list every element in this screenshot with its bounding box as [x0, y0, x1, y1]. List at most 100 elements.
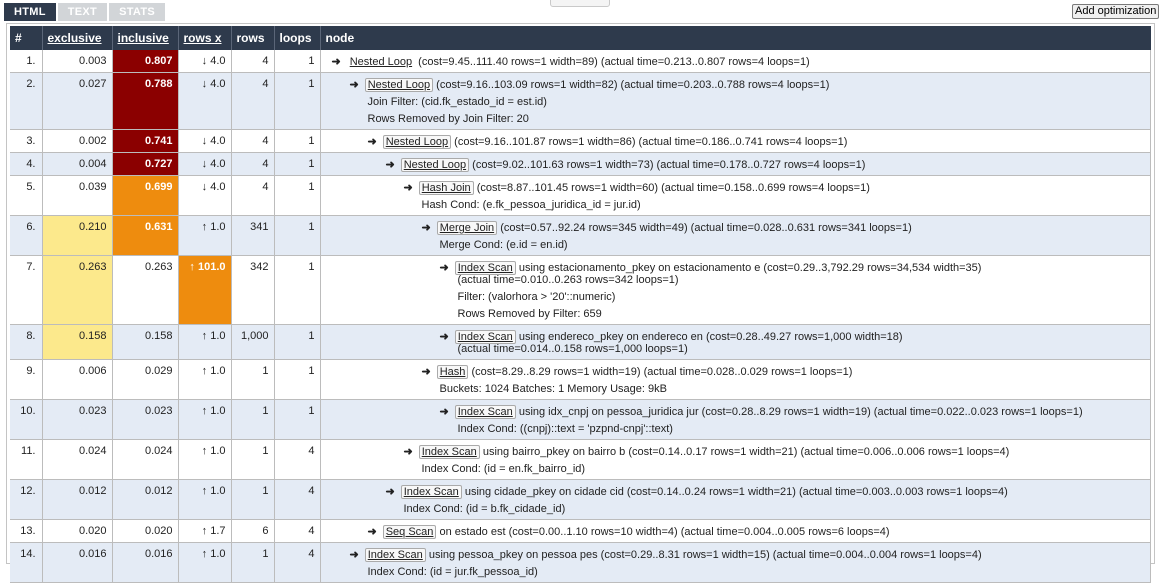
row-index: 1.: [10, 50, 43, 73]
exclusive-time: 0.012: [42, 479, 113, 520]
tab-stats[interactable]: STATS: [109, 3, 165, 21]
node-type-link[interactable]: Index Scan: [364, 548, 426, 562]
table-row[interactable]: 6. 0.210 0.631 ↑ 1.0 341 1 ➜ Merge Join (cost=0…: [10, 215, 1151, 256]
col-exclusive[interactable]: exclusive: [42, 26, 113, 50]
plan-node: ➜ Hash (cost=8.29..8.29 rows=1 width=19) …: [320, 359, 1151, 400]
plan-node: ➜ Nested Loop (cost=9.45..111.40 rows=1 w…: [320, 50, 1151, 73]
table-row[interactable]: 3. 0.002 0.741 ↓ 4.0 4 1 ➜ Nested Loop (cost=9.…: [10, 129, 1151, 153]
rows-x-estimate: ↑ 1.0: [178, 215, 232, 256]
rows-x-estimate: ↓ 4.0: [178, 72, 232, 130]
plan-node: ➜ Nested Loop (cost=9.16..101.87 rows=1 w…: [320, 129, 1151, 153]
node-extra-info: Index Cond: (id = b.fk_cidade_id): [403, 503, 566, 515]
explain-plan-table: # exclusive inclusive rows x rows loops …: [10, 26, 1151, 583]
node-details: (cost=8.29..8.29 rows=1 width=19) (actua…: [471, 366, 853, 378]
node-type-link[interactable]: Nested Loop: [364, 78, 434, 92]
inclusive-time: 0.020: [112, 519, 179, 543]
arrow-right-icon: ➜: [403, 446, 413, 458]
arrow-right-icon: ➜: [439, 262, 449, 274]
row-index: 6.: [10, 215, 43, 256]
table-row[interactable]: 11. 0.024 0.024 ↑ 1.0 1 4 ➜ Index Scan using ba…: [10, 439, 1151, 480]
table-row[interactable]: 10. 0.023 0.023 ↑ 1.0 1 1 ➜ Index Scan using id…: [10, 399, 1151, 440]
table-row[interactable]: 13. 0.020 0.020 ↑ 1.7 6 4 ➜ Seq Scan on estado …: [10, 519, 1151, 543]
node-details: using idx_cnpj on pessoa_juridica jur (c…: [518, 406, 1083, 418]
plan-node: ➜ Index Scan using estacionamento_pkey on…: [320, 255, 1151, 325]
exclusive-time: 0.039: [42, 175, 113, 216]
tab-html[interactable]: HTML: [4, 3, 56, 21]
node-type-link[interactable]: Index Scan: [454, 330, 516, 344]
table-row[interactable]: 4. 0.004 0.727 ↓ 4.0 4 1 ➜ Nested Loop (cost=9.…: [10, 152, 1151, 176]
view-tabs: HTML TEXT STATS: [4, 3, 167, 21]
loops-count: 1: [274, 129, 321, 153]
table-header-row: # exclusive inclusive rows x rows loops …: [10, 26, 1151, 50]
node-type-link[interactable]: Merge Join: [436, 221, 498, 235]
node-type-link[interactable]: Nested Loop: [400, 158, 470, 172]
node-type-link[interactable]: Index Scan: [454, 261, 516, 275]
rows-x-estimate: ↑ 1.0: [178, 439, 232, 480]
node-type-link[interactable]: Index Scan: [454, 405, 516, 419]
rows-count: 1: [231, 399, 275, 440]
node-type-link[interactable]: Hash Join: [418, 181, 474, 195]
arrow-right-icon: ➜: [331, 56, 341, 68]
table-row[interactable]: 14. 0.016 0.016 ↑ 1.0 1 4 ➜ Index Scan using pe…: [10, 542, 1151, 583]
loops-count: 4: [274, 519, 321, 543]
rows-x-estimate: ↑ 1.0: [178, 542, 232, 583]
row-index: 8.: [10, 324, 43, 360]
row-index: 14.: [10, 542, 43, 583]
rows-x-estimate: ↓ 4.0: [178, 152, 232, 176]
exclusive-time: 0.158: [42, 324, 113, 360]
inclusive-time: 0.263: [112, 255, 179, 325]
rows-count: 1,000: [231, 324, 275, 360]
table-row[interactable]: 5. 0.039 0.699 ↓ 4.0 4 1 ➜ Hash Join (cost=8.87…: [10, 175, 1151, 216]
node-details: (cost=9.16..101.87 rows=1 width=86) (act…: [454, 136, 848, 148]
rows-count: 6: [231, 519, 275, 543]
rows-count: 4: [231, 72, 275, 130]
plan-node: ➜ Index Scan using bairro_pkey on bairro …: [320, 439, 1151, 480]
loops-count: 1: [274, 152, 321, 176]
rows-x-estimate: ↑ 1.7: [178, 519, 232, 543]
inclusive-time: 0.023: [112, 399, 179, 440]
table-row[interactable]: 7. 0.263 0.263 ↑ 101.0 342 1 ➜ Index Scan using…: [10, 255, 1151, 325]
inclusive-time: 0.727: [112, 152, 179, 176]
row-index: 3.: [10, 129, 43, 153]
rows-count: 1: [231, 479, 275, 520]
rows-x-estimate: ↓ 4.0: [178, 50, 232, 73]
table-row[interactable]: 12. 0.012 0.012 ↑ 1.0 1 4 ➜ Index Scan using ci…: [10, 479, 1151, 520]
col-rows-x[interactable]: rows x: [178, 26, 232, 50]
rows-count: 4: [231, 152, 275, 176]
exclusive-time: 0.263: [42, 255, 113, 325]
node-details: using endereco_pkey on endereco en (cost…: [518, 331, 903, 343]
arrow-right-icon: ➜: [421, 222, 431, 234]
plan-node: ➜ Hash Join (cost=8.87..101.45 rows=1 wid…: [320, 175, 1151, 216]
plan-node: ➜ Index Scan using cidade_pkey on cidade …: [320, 479, 1151, 520]
node-extra-info: Buckets: 1024 Batches: 1 Memory Usage: 9…: [439, 383, 667, 395]
top-partial-button[interactable]: [550, 0, 610, 7]
tab-text[interactable]: TEXT: [57, 3, 108, 21]
node-type-link[interactable]: Hash: [436, 365, 469, 379]
inclusive-time: 0.631: [112, 215, 179, 256]
node-type-link[interactable]: Index Scan: [400, 485, 462, 499]
rows-count: 341: [231, 215, 275, 256]
node-type-link[interactable]: Index Scan: [418, 445, 480, 459]
add-optimization-button[interactable]: Add optimization: [1072, 4, 1160, 19]
row-index: 13.: [10, 519, 43, 543]
col-inclusive[interactable]: inclusive: [112, 26, 179, 50]
loops-count: 1: [274, 215, 321, 256]
node-extra-info: Join Filter: (cid.fk_estado_id = est.id): [367, 96, 547, 108]
arrow-right-icon: ➜: [367, 136, 377, 148]
table-row[interactable]: 2. 0.027 0.788 ↓ 4.0 4 1 ➜ Nested Loop (cost=9.…: [10, 72, 1151, 130]
node-type-link[interactable]: Nested Loop: [347, 55, 415, 69]
rows-count: 1: [231, 359, 275, 400]
table-row[interactable]: 8. 0.158 0.158 ↑ 1.0 1,000 1 ➜ Index Scan using…: [10, 324, 1151, 360]
node-type-link[interactable]: Seq Scan: [382, 525, 437, 539]
inclusive-time: 0.788: [112, 72, 179, 130]
table-row[interactable]: 1. 0.003 0.807 ↓ 4.0 4 1 ➜ Nested Loop (cost=9.…: [10, 50, 1151, 73]
rows-x-estimate: ↑ 1.0: [178, 324, 232, 360]
arrow-right-icon: ➜: [421, 366, 431, 378]
node-type-link[interactable]: Nested Loop: [382, 135, 452, 149]
table-row[interactable]: 9. 0.006 0.029 ↑ 1.0 1 1 ➜ Hash (cost=8.29..8.2…: [10, 359, 1151, 400]
plan-node: ➜ Index Scan using endereco_pkey on ender…: [320, 324, 1151, 360]
arrow-right-icon: ➜: [349, 549, 359, 561]
loops-count: 1: [274, 399, 321, 440]
exclusive-time: 0.004: [42, 152, 113, 176]
plan-node: ➜ Nested Loop (cost=9.16..103.09 rows=1 w…: [320, 72, 1151, 130]
